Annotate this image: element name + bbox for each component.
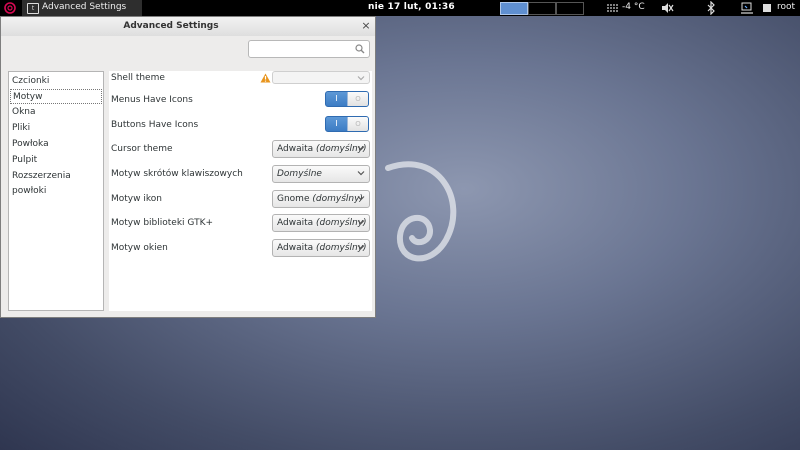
advanced-settings-window: Advanced Settings × Czcionki Motyw Okna … [0, 16, 376, 318]
warning-icon [260, 73, 271, 83]
switch-on-mark: I [335, 94, 338, 103]
chevron-down-icon [357, 196, 365, 201]
shell-theme-select[interactable] [272, 71, 370, 84]
close-icon[interactable]: × [360, 20, 372, 32]
chevron-down-icon [357, 76, 365, 81]
menus-icons-switch[interactable]: I O [325, 91, 369, 107]
gtk-theme-label: Motyw biblioteki GTK+ [111, 218, 214, 228]
window-theme-label: Motyw okien [111, 243, 168, 253]
search-input[interactable] [253, 43, 349, 55]
temperature[interactable]: -4 °C [622, 2, 645, 12]
sidebar-item-pulpit[interactable]: Pulpit [10, 153, 102, 168]
workspace-2[interactable] [528, 2, 556, 15]
keys-theme-select[interactable]: Domyślne [272, 165, 370, 183]
network-icon[interactable] [740, 1, 754, 15]
buttons-icons-switch[interactable]: I O [325, 116, 369, 132]
sidebar-item-powloka[interactable]: Powłoka [10, 137, 102, 152]
sidebar-item-czcionki[interactable]: Czcionki [10, 74, 102, 89]
shell-theme-label: Shell theme [111, 73, 165, 83]
gtk-theme-select[interactable]: Adwaita (domyślny) [272, 214, 370, 232]
category-sidebar: Czcionki Motyw Okna Pliki Powłoka Pulpit… [8, 71, 104, 311]
user-status-icon[interactable] [762, 3, 772, 13]
switch-knob[interactable]: O [347, 92, 368, 106]
weather-icon[interactable] [606, 3, 620, 13]
switch-knob[interactable]: O [347, 117, 368, 131]
sidebar-item-pliki[interactable]: Pliki [10, 121, 102, 136]
top-bar: t Advanced Settings nie 17 lut, 01:36 -4… [0, 0, 800, 16]
window-theme-value: Adwaita (domyślny) [277, 243, 367, 253]
app-menu[interactable]: t Advanced Settings [22, 0, 142, 16]
sidebar-item-rozszerzenia[interactable]: Rozszerzenia powłoki [10, 169, 102, 196]
keys-theme-value: Domyślne [277, 169, 322, 179]
debian-logo-icon[interactable] [4, 2, 16, 14]
debian-swirl-wallpaper [385, 161, 457, 262]
volume-muted-icon[interactable] [660, 2, 674, 14]
chevron-down-icon [357, 220, 365, 225]
menus-icons-label: Menus Have Icons [111, 95, 193, 105]
icon-theme-value: Gnome (domyślny) [277, 194, 363, 204]
chevron-down-icon [357, 245, 365, 250]
clock[interactable]: nie 17 lut, 01:36 [368, 2, 455, 12]
bluetooth-icon[interactable] [706, 1, 716, 15]
window-theme-select[interactable]: Adwaita (domyślny) [272, 239, 370, 257]
workspace-1[interactable] [500, 2, 528, 15]
app-menu-label: Advanced Settings [42, 2, 127, 12]
gtk-theme-value: Adwaita (domyślny) [277, 218, 367, 228]
user-menu[interactable]: root [777, 2, 795, 12]
cursor-theme-value: Adwaita (domyślny) [277, 144, 367, 154]
app-menu-icon: t [27, 3, 39, 14]
chevron-down-icon [357, 146, 365, 151]
cursor-theme-label: Cursor theme [111, 144, 173, 154]
switch-on-mark: I [335, 119, 338, 128]
search-field[interactable] [248, 40, 370, 58]
buttons-icons-label: Buttons Have Icons [111, 120, 199, 130]
sidebar-item-okna[interactable]: Okna [10, 105, 102, 120]
window-title: Advanced Settings [123, 21, 219, 31]
icon-theme-select[interactable]: Gnome (domyślny) [272, 190, 370, 208]
chevron-down-icon [357, 171, 365, 176]
icon-theme-label: Motyw ikon [111, 194, 162, 204]
workspace-3[interactable] [556, 2, 584, 15]
keys-theme-label: Motyw skrótów klawiszowych [111, 169, 243, 179]
settings-panel: Shell theme Menus Have Icons I O Buttons… [109, 71, 372, 311]
cursor-theme-select[interactable]: Adwaita (domyślny) [272, 140, 370, 158]
sidebar-item-motyw[interactable]: Motyw [10, 89, 102, 104]
search-icon [355, 44, 365, 54]
window-titlebar[interactable]: Advanced Settings × [1, 17, 375, 37]
